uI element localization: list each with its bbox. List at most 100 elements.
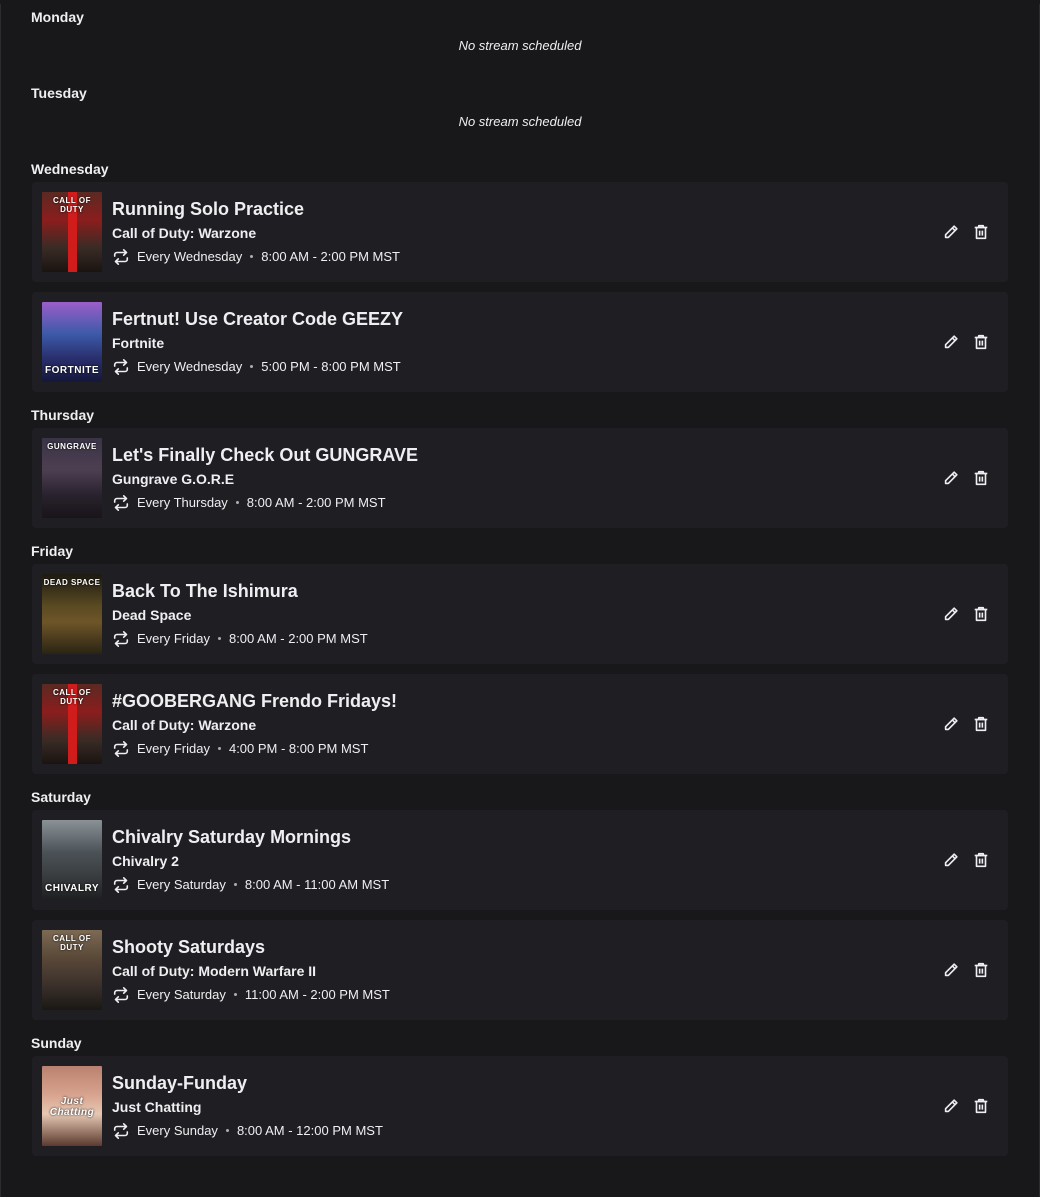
category-thumbnail: DEAD SPACE [42, 574, 102, 654]
day-section-tuesday: Tuesday No stream scheduled [31, 80, 1009, 156]
day-label: Wednesday [31, 161, 109, 177]
day-section-sunday: Sunday Just Chatting Sunday-Funday Just … [31, 1030, 1009, 1156]
repeat-icon [112, 494, 130, 512]
separator-dot [217, 747, 221, 750]
stream-title: Back To The Ishimura [112, 580, 298, 601]
day-section-monday: Monday No stream scheduled [31, 4, 1009, 80]
pencil-icon[interactable] [942, 605, 960, 623]
stream-segment-card[interactable]: FORTNITE Fertnut! Use Creator Code GEEZY… [32, 292, 1008, 392]
stream-category[interactable]: Gungrave G.O.R.E [112, 468, 942, 490]
separator-dot [233, 883, 237, 886]
repeat-icon [112, 876, 130, 894]
pencil-icon[interactable] [942, 1097, 960, 1115]
stream-info: Shooty Saturdays Call of Duty: Modern Wa… [112, 935, 942, 1006]
separator-dot [217, 637, 221, 640]
stream-info: Back To The Ishimura Dead Space Every Fr… [112, 579, 942, 650]
schedule-page: Monday No stream scheduled Tuesday No st… [0, 4, 1040, 1197]
time-range-text: 8:00 AM - 2:00 PM MST [246, 495, 386, 510]
day-label: Friday [31, 543, 74, 559]
trash-icon[interactable] [972, 469, 990, 487]
stream-segment-card[interactable]: CALL OF DUTY Running Solo Practice Call … [32, 182, 1008, 282]
stream-segment-card[interactable]: CHIVALRY Chivalry Saturday Mornings Chiv… [32, 810, 1008, 910]
segment-actions [942, 961, 990, 979]
recurrence-text: Every Wednesday [137, 249, 243, 264]
pencil-icon[interactable] [942, 333, 960, 351]
recurrence-text: Every Friday [137, 631, 210, 646]
thumbnail-label: FORTNITE [45, 365, 99, 376]
recurrence-text: Every Wednesday [137, 359, 243, 374]
stream-schedule-meta: Every Saturday 11:00 AM - 2:00 PM MST [112, 984, 942, 1006]
stream-info: Chivalry Saturday Mornings Chivalry 2 Ev… [112, 825, 942, 896]
category-thumbnail: CALL OF DUTY [42, 930, 102, 1010]
stream-title: Let's Finally Check Out GUNGRAVE [112, 444, 418, 465]
trash-icon[interactable] [972, 333, 990, 351]
day-label: Saturday [31, 789, 91, 805]
segment-actions [942, 333, 990, 351]
stream-title: #GOOBERGANG Frendo Fridays! [112, 690, 398, 711]
stream-info: Let's Finally Check Out GUNGRAVE Gungrav… [112, 443, 942, 514]
trash-icon[interactable] [972, 223, 990, 241]
trash-icon[interactable] [972, 1097, 990, 1115]
trash-icon[interactable] [972, 961, 990, 979]
pencil-icon[interactable] [942, 469, 960, 487]
separator-dot [233, 993, 237, 996]
stream-info: Sunday-Funday Just Chatting Every Sunday… [112, 1071, 942, 1142]
time-range-text: 5:00 PM - 8:00 PM MST [261, 359, 401, 374]
stream-info: Running Solo Practice Call of Duty: Warz… [112, 197, 942, 268]
time-range-text: 8:00 AM - 12:00 PM MST [236, 1123, 383, 1138]
stream-category[interactable]: Chivalry 2 [112, 850, 942, 872]
pencil-icon[interactable] [942, 851, 960, 869]
stream-category[interactable]: Call of Duty: Warzone [112, 222, 942, 244]
recurrence-text: Every Sunday [137, 1123, 218, 1138]
segment-actions [942, 851, 990, 869]
repeat-icon [112, 740, 130, 758]
stream-schedule-meta: Every Saturday 8:00 AM - 11:00 AM MST [112, 874, 942, 896]
pencil-icon[interactable] [942, 223, 960, 241]
stream-segment-card[interactable]: CALL OF DUTY Shooty Saturdays Call of Du… [32, 920, 1008, 1020]
stream-category[interactable]: Call of Duty: Modern Warfare II [112, 960, 942, 982]
thumbnail-label: CALL OF DUTY [52, 196, 91, 214]
stream-title: Chivalry Saturday Mornings [112, 826, 352, 847]
time-range-text: 8:00 AM - 2:00 PM MST [228, 631, 368, 646]
recurrence-text: Every Thursday [137, 495, 228, 510]
stream-schedule-meta: Every Friday 4:00 PM - 8:00 PM MST [112, 738, 942, 760]
stream-segment-card[interactable]: CALL OF DUTY #GOOBERGANG Frendo Fridays!… [32, 674, 1008, 774]
no-stream-text: No stream scheduled [458, 114, 582, 129]
segment-actions [942, 715, 990, 733]
recurrence-text: Every Friday [137, 741, 210, 756]
thumbnail-label: CALL OF DUTY [52, 934, 91, 952]
stream-info: Fertnut! Use Creator Code GEEZY Fortnite… [112, 307, 942, 378]
stream-segment-card[interactable]: GUNGRAVE Let's Finally Check Out GUNGRAV… [32, 428, 1008, 528]
stream-schedule-meta: Every Wednesday 5:00 PM - 8:00 PM MST [112, 356, 942, 378]
time-range-text: 4:00 PM - 8:00 PM MST [228, 741, 369, 756]
repeat-icon [112, 1122, 130, 1140]
stream-category[interactable]: Just Chatting [112, 1096, 942, 1118]
trash-icon[interactable] [972, 851, 990, 869]
category-thumbnail: FORTNITE [42, 302, 102, 382]
category-thumbnail: Just Chatting [42, 1066, 102, 1146]
time-range-text: 8:00 AM - 2:00 PM MST [261, 249, 400, 264]
recurrence-text: Every Saturday [137, 877, 226, 892]
stream-segment-card[interactable]: DEAD SPACE Back To The Ishimura Dead Spa… [32, 564, 1008, 664]
stream-category[interactable]: Call of Duty: Warzone [112, 714, 942, 736]
stream-title: Fertnut! Use Creator Code GEEZY [112, 308, 404, 329]
stream-schedule-meta: Every Friday 8:00 AM - 2:00 PM MST [112, 628, 942, 650]
time-range-text: 8:00 AM - 11:00 AM MST [244, 877, 390, 892]
day-section-friday: Friday DEAD SPACE Back To The Ishimura D… [31, 538, 1009, 774]
trash-icon[interactable] [972, 715, 990, 733]
recurrence-text: Every Saturday [137, 987, 226, 1002]
trash-icon[interactable] [972, 605, 990, 623]
day-label: Sunday [31, 1035, 82, 1051]
stream-category[interactable]: Fortnite [112, 332, 942, 354]
pencil-icon[interactable] [942, 961, 960, 979]
pencil-icon[interactable] [942, 715, 960, 733]
segment-actions [942, 1097, 990, 1115]
separator-dot [225, 1129, 229, 1132]
day-label: Monday [31, 9, 84, 25]
thumbnail-label: Just Chatting [49, 1096, 95, 1118]
stream-category[interactable]: Dead Space [112, 604, 942, 626]
thumbnail-label: CALL OF DUTY [52, 688, 91, 706]
stream-schedule-meta: Every Thursday 8:00 AM - 2:00 PM MST [112, 492, 942, 514]
stream-segment-card[interactable]: Just Chatting Sunday-Funday Just Chattin… [32, 1056, 1008, 1156]
category-thumbnail: CALL OF DUTY [42, 192, 102, 272]
